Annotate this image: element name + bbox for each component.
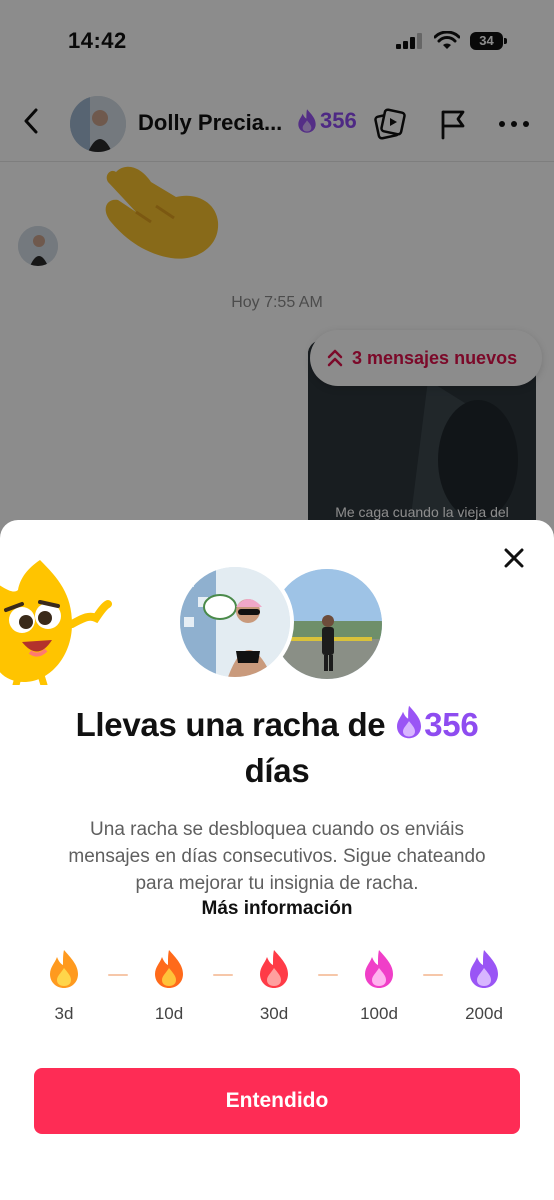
milestone-connector (318, 974, 338, 976)
more-info-link[interactable]: Más información (0, 898, 554, 920)
sheet-title: Llevas una racha de 356 días (40, 702, 514, 794)
confirm-button[interactable]: Entendido (34, 1068, 520, 1134)
flame-icon (397, 705, 422, 739)
milestone-connector (213, 974, 233, 976)
milestone-label: 3d (54, 1004, 74, 1023)
milestone-3d: 3d (28, 948, 100, 1024)
milestone-connector (108, 974, 128, 976)
title-streak-count: 356 (424, 706, 479, 743)
flame-icon (50, 950, 78, 988)
close-icon[interactable] (502, 546, 526, 570)
flame-icon (260, 950, 288, 988)
milestone-label: 30d (259, 1004, 289, 1023)
milestone-label: 100d (360, 1004, 398, 1023)
flame-icon (155, 950, 183, 988)
user-avatar[interactable] (176, 563, 294, 681)
milestone-200d: 200d (448, 948, 520, 1024)
flame-mascot-icon (0, 560, 112, 685)
milestone-10d: 10d (133, 948, 205, 1024)
milestone-label: 200d (465, 1004, 503, 1023)
streak-avatars (176, 563, 386, 685)
milestone-30d: 30d (238, 948, 310, 1024)
milestone-label: 10d (154, 1004, 184, 1023)
milestone-100d: 100d (343, 948, 415, 1024)
flame-icon (365, 950, 393, 988)
title-suffix: días (244, 752, 310, 789)
streak-milestones: 3d 10d 30d 100d 200d (28, 948, 524, 1028)
streak-description: Una racha se desbloquea cuando os enviái… (68, 819, 486, 894)
flame-icon (470, 950, 498, 988)
title-prefix: Llevas una racha de (75, 706, 395, 743)
streak-bottom-sheet: Llevas una racha de 356 días Una racha s… (0, 520, 554, 1200)
milestone-connector (423, 974, 443, 976)
